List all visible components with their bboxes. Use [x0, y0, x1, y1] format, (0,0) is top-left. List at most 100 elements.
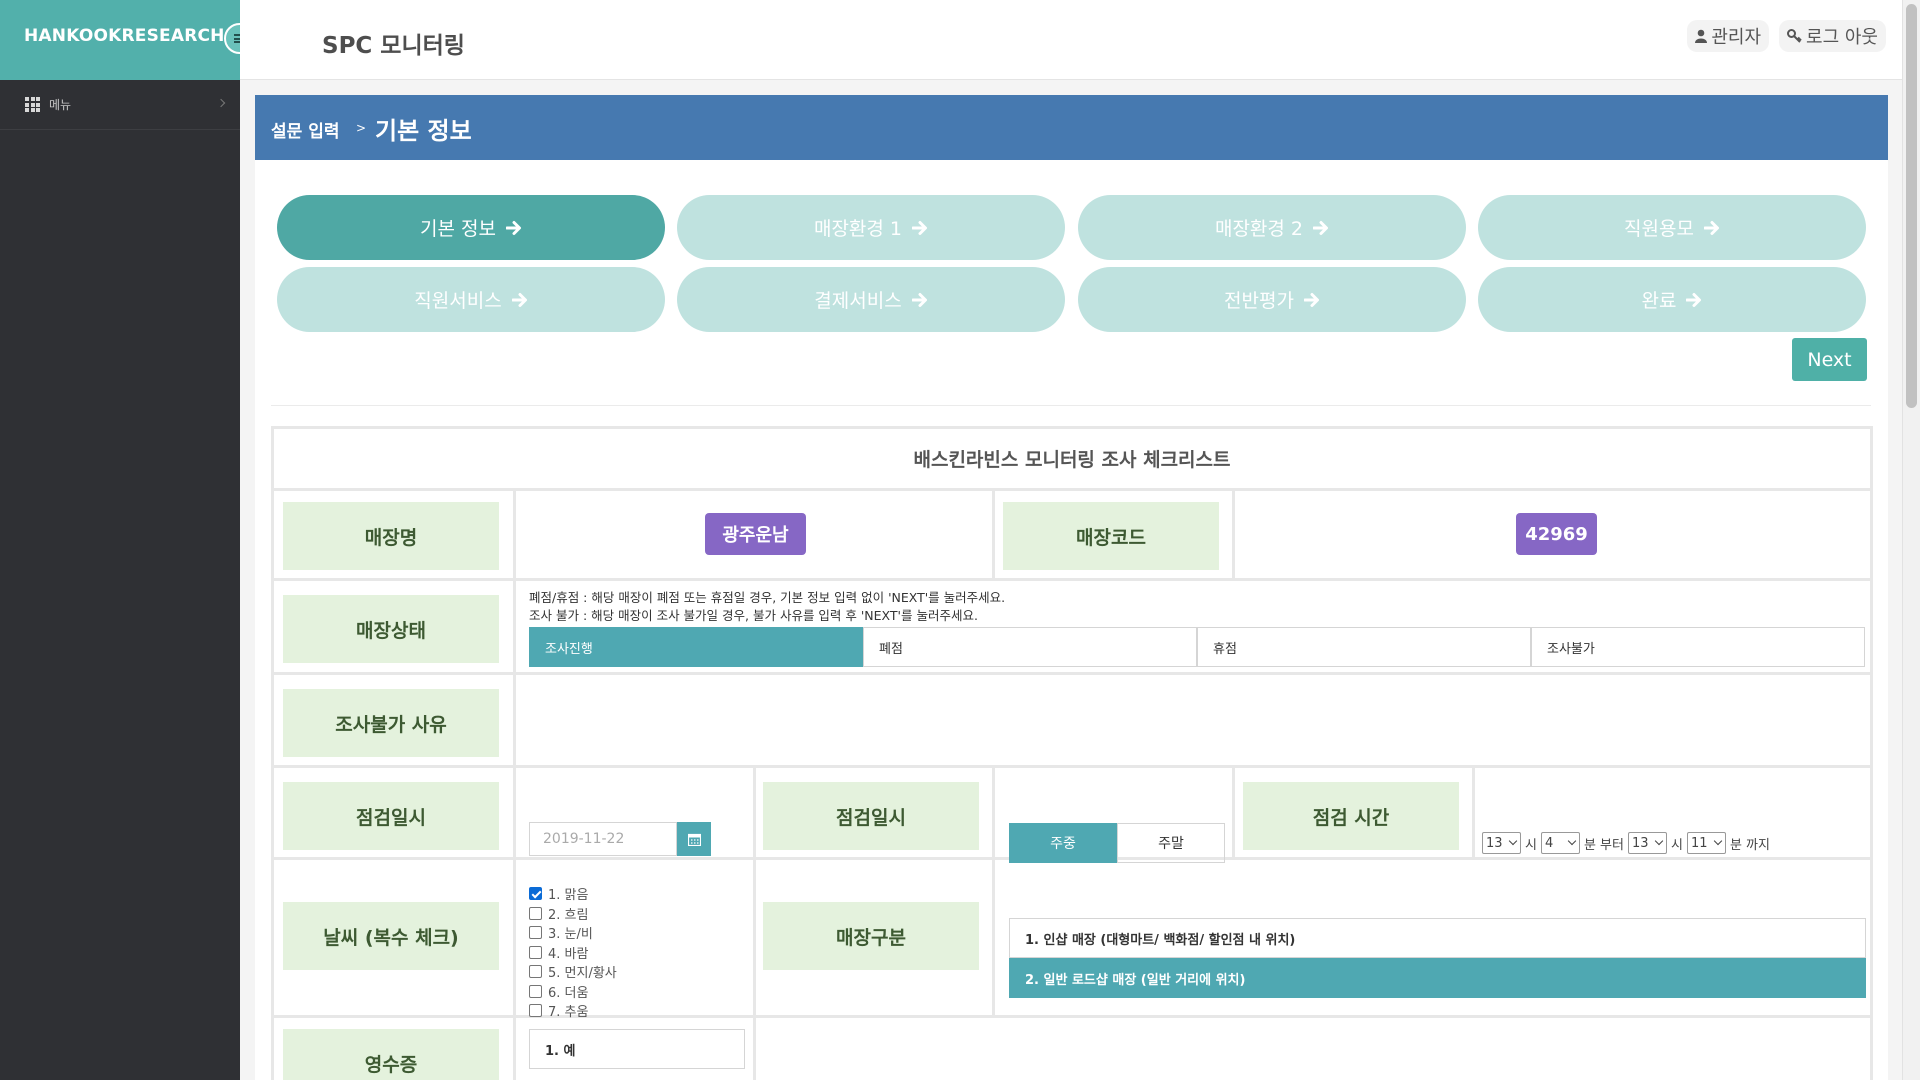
end-minute-value: 11 [1690, 835, 1708, 851]
admin-label: 관리자 [1711, 27, 1762, 48]
checkbox[interactable] [529, 984, 542, 998]
grid-icon [25, 97, 40, 112]
chevron-right-icon [216, 98, 226, 108]
next-button[interactable]: Next [1792, 338, 1867, 381]
chevron-down-icon [1567, 836, 1577, 846]
weather-options: 1. 맑음 2. 흐림 3. 눈/비 4. 바람 5. 먼지/황사 6. 더움 … [529, 884, 617, 1021]
store-name-label: 매장명 [283, 502, 499, 570]
status-option-in-progress[interactable]: 조사진행 [529, 627, 863, 667]
end-minute-select[interactable]: 11 [1686, 832, 1726, 854]
status-note-closed: 폐점/휴점 : 해당 매장이 폐점 또는 휴점일 경우, 기본 정보 입력 없이… [529, 590, 1006, 605]
breadcrumb-parent[interactable]: 설문 입력 [271, 117, 339, 142]
inspection-date-label: 점검일시 [283, 782, 499, 850]
column-divider [1232, 491, 1235, 578]
status-option-temp-closed[interactable]: 휴점 [1197, 627, 1531, 667]
sidebar-item-label: 메뉴 [49, 98, 72, 112]
checkbox[interactable] [529, 906, 542, 920]
weather-option[interactable]: 1. 맑음 [529, 884, 617, 904]
checkbox[interactable] [529, 945, 542, 959]
weather-option[interactable]: 3. 눈/비 [529, 923, 617, 943]
admin-link[interactable]: 관리자 [1687, 20, 1770, 52]
weather-option[interactable]: 5. 먼지/황사 [529, 962, 617, 982]
vertical-scrollbar[interactable] [1902, 0, 1920, 1080]
start-hour-select[interactable]: 13 [1482, 832, 1521, 854]
calendar-icon [687, 833, 701, 846]
tab-store-env-2[interactable]: 매장환경 2 [1078, 195, 1466, 260]
key-icon [1787, 29, 1802, 43]
tab-store-env-1[interactable]: 매장환경 1 [677, 195, 1065, 260]
checkbox[interactable] [529, 1004, 542, 1018]
top-links: 관리자 로그 아웃 [1687, 20, 1886, 52]
checklist-table: 배스킨라빈스 모니터링 조사 체크리스트 매장명 광주운남 매장코드 42969… [271, 426, 1873, 1080]
start-minute-value: 4 [1544, 835, 1554, 851]
inspection-day-label: 점검일시 [763, 782, 979, 850]
weekday-option[interactable]: 주중 [1009, 823, 1117, 863]
minute-to-text: 분 까지 [1729, 837, 1770, 853]
store-type-option-roadshop[interactable]: 2. 일반 로드샵 매장 (일반 거리에 위치) [1009, 958, 1866, 998]
weather-option-label: 3. 눈/비 [548, 927, 593, 943]
minute-from-text: 분 부터 [1583, 837, 1624, 853]
divider [271, 405, 1871, 406]
weekend-option[interactable]: 주말 [1117, 823, 1225, 863]
arrow-right-icon [511, 292, 527, 307]
end-hour-value: 13 [1631, 835, 1649, 851]
status-option-unavailable[interactable]: 조사불가 [1531, 627, 1865, 667]
tab-staff-service[interactable]: 직원서비스 [277, 267, 665, 332]
brand-area: HANKOOKRESEARCH [0, 0, 240, 80]
date-input[interactable]: 2019-11-22 [529, 822, 677, 856]
tab-label: 직원용모 [1624, 218, 1694, 240]
tab-label: 기본 정보 [420, 218, 496, 240]
tab-label: 직원서비스 [414, 290, 502, 312]
weather-label: 날씨 (복수 체크) [283, 902, 499, 970]
receipt-label: 영수증 [283, 1029, 499, 1080]
weather-option[interactable]: 4. 바람 [529, 943, 617, 963]
sidebar-item-menu[interactable]: 메뉴 [0, 80, 240, 130]
column-divider [1472, 765, 1475, 857]
weather-option[interactable]: 6. 더움 [529, 982, 617, 1002]
user-icon [1695, 29, 1708, 43]
breadcrumb-current: 기본 정보 [375, 117, 472, 145]
arrow-right-icon [911, 292, 927, 307]
logout-label: 로그 아웃 [1806, 27, 1878, 48]
end-hour-select[interactable]: 13 [1627, 832, 1667, 854]
column-divider [992, 765, 995, 1015]
weather-option-label: 5. 먼지/황사 [548, 966, 617, 982]
arrow-right-icon [1303, 292, 1319, 307]
tab-overall-eval[interactable]: 전반평가 [1078, 267, 1466, 332]
tab-payment-service[interactable]: 결제서비스 [677, 267, 1065, 332]
start-minute-select[interactable]: 4 [1540, 832, 1580, 854]
receipt-option-yes[interactable]: 1. 예 [529, 1029, 745, 1069]
calendar-button[interactable] [677, 822, 711, 856]
main-panel: 설문 입력 > 기본 정보 기본 정보 매장환경 1 매장환경 2 직원용모 직… [255, 95, 1888, 1080]
sidebar: 메뉴 [0, 80, 240, 1080]
weather-option-label: 1. 맑음 [548, 888, 589, 904]
store-code-label: 매장코드 [1003, 502, 1219, 570]
weather-option[interactable]: 7. 추움 [529, 1001, 617, 1021]
checkbox[interactable] [529, 965, 542, 979]
weather-option[interactable]: 2. 흐림 [529, 904, 617, 924]
reason-input-area[interactable] [516, 675, 1870, 765]
status-option-closed[interactable]: 폐점 [863, 627, 1197, 667]
breadcrumb-separator: > [356, 121, 367, 135]
weather-option-label: 7. 추움 [548, 1005, 589, 1021]
time-selectors: 13 시 4 분 부터 13 시 11 분 까지 [1482, 832, 1770, 854]
scrollbar-thumb[interactable] [1906, 4, 1917, 408]
tab-staff-appearance[interactable]: 직원용모 [1478, 195, 1866, 260]
tab-basic-info[interactable]: 기본 정보 [277, 195, 665, 260]
logout-link[interactable]: 로그 아웃 [1779, 20, 1886, 52]
tab-label: 완료 [1641, 290, 1677, 312]
checkbox[interactable] [529, 926, 542, 940]
column-divider [753, 765, 756, 1080]
reason-label: 조사불가 사유 [283, 689, 499, 757]
tab-complete[interactable]: 완료 [1478, 267, 1866, 332]
tab-label: 매장환경 1 [813, 218, 903, 240]
store-name-value: 광주운남 [705, 513, 806, 555]
store-status-label: 매장상태 [283, 595, 499, 663]
checkbox-checked[interactable] [529, 887, 542, 901]
checklist-title: 배스킨라빈스 모니터링 조사 체크리스트 [274, 429, 1870, 491]
store-code-value: 42969 [1516, 513, 1597, 555]
top-bar: SPC 모니터링 관리자 로그 아웃 [240, 0, 1902, 80]
status-note: 폐점/휴점 : 해당 매장이 폐점 또는 휴점일 경우, 기본 정보 입력 없이… [529, 589, 1005, 625]
weather-option-label: 4. 바람 [548, 946, 589, 962]
store-type-option-inshop[interactable]: 1. 인샵 매장 (대형마트/ 백화점/ 할인점 내 위치) [1009, 918, 1866, 958]
